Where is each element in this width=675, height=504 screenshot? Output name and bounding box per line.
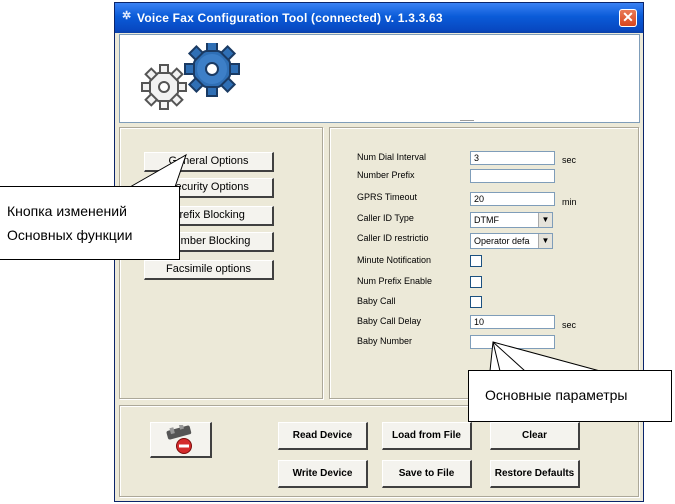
window-title: Voice Fax Configuration Tool (connected)… (137, 11, 443, 25)
minute-notification-checkbox[interactable] (470, 255, 482, 267)
settings-panel: Num Dial Interval 3 sec Number Prefix GP… (329, 127, 639, 399)
write-device-button[interactable]: Write Device (278, 460, 368, 488)
disconnect-device-icon (166, 425, 192, 454)
num-dial-interval-label: Num Dial Interval (357, 152, 427, 162)
restore-defaults-button[interactable]: Restore Defaults (490, 460, 580, 488)
caller-id-type-value: DTMF (474, 215, 499, 225)
caller-id-type-select[interactable]: DTMF ▼ (470, 212, 553, 228)
gears-logo (141, 43, 240, 110)
clear-button[interactable]: Clear (490, 422, 580, 450)
banner (119, 34, 640, 123)
right-callout-text: Основные параметры (485, 387, 628, 403)
right-callout: Основные параметры (468, 370, 672, 422)
app-window: ✲ Voice Fax Configuration Tool (connecte… (114, 2, 644, 502)
number-prefix-label: Number Prefix (357, 170, 415, 180)
baby-call-label: Baby Call (357, 296, 396, 306)
num-dial-interval-input[interactable]: 3 (470, 151, 555, 165)
load-from-file-button[interactable]: Load from File (382, 422, 472, 450)
chevron-down-icon[interactable]: ▼ (538, 234, 552, 248)
baby-call-delay-unit: sec (562, 320, 577, 330)
chevron-down-icon[interactable]: ▼ (538, 213, 552, 227)
close-button[interactable]: ✕ (619, 9, 637, 27)
caller-id-restriction-value: Operator defa (474, 236, 530, 246)
gprs-timeout-label: GPRS Timeout (357, 192, 418, 202)
num-prefix-enable-checkbox[interactable] (470, 276, 482, 288)
baby-number-label: Baby Number (357, 336, 413, 346)
baby-call-checkbox[interactable] (470, 296, 482, 308)
baby-number-input[interactable] (470, 335, 555, 349)
left-callout-line1: Кнопка изменений (7, 203, 127, 219)
read-device-button[interactable]: Read Device (278, 422, 368, 450)
gprs-timeout-unit: min (562, 197, 577, 207)
caller-id-type-label: Caller ID Type (357, 213, 414, 223)
title-bar[interactable]: ✲ Voice Fax Configuration Tool (connecte… (115, 3, 643, 33)
gprs-timeout-input[interactable]: 20 (470, 192, 555, 206)
app-icon: ✲ (122, 10, 132, 22)
baby-call-delay-input[interactable]: 10 (470, 315, 555, 329)
facsimile-options-button[interactable]: Facsimile options (144, 260, 274, 280)
general-options-button[interactable]: General Options (144, 152, 274, 172)
left-callout: Кнопка изменений Основных функции (0, 186, 180, 260)
caller-id-restriction-select[interactable]: Operator defa ▼ (470, 233, 553, 249)
baby-call-delay-label: Baby Call Delay (357, 316, 422, 326)
navigation-panel: General Options Security Options Prefix … (119, 127, 323, 399)
device-button[interactable] (150, 422, 212, 458)
minute-notification-label: Minute Notification (357, 255, 432, 265)
banner-divider (460, 120, 474, 121)
save-to-file-button[interactable]: Save to File (382, 460, 472, 488)
caller-id-restriction-label: Caller ID restrictio (357, 233, 429, 243)
num-dial-interval-unit: sec (562, 155, 577, 165)
number-prefix-input[interactable] (470, 169, 555, 183)
left-callout-line2: Основных функции (7, 227, 133, 243)
num-prefix-enable-label: Num Prefix Enable (357, 276, 433, 286)
